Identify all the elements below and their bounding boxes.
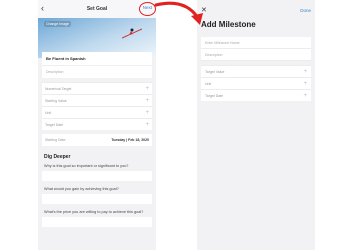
set-goal-screen: ‹ Set Goal Next Change Image Be Fluent i…	[38, 0, 156, 250]
plus-icon[interactable]: +	[145, 86, 149, 92]
field-label: Target Date	[205, 93, 224, 98]
plus-icon[interactable]: +	[303, 93, 307, 99]
starting-date-field[interactable]: Starting Date Tuesday | Feb 18, 2020	[42, 134, 152, 146]
add-milestone-screen: ✕ Done Add Milestone Enter Milestone Nam…	[197, 0, 315, 250]
field-label: Target Value	[205, 69, 225, 74]
starting-value-field[interactable]: Starting Value +	[42, 94, 152, 106]
goal-description-field[interactable]: Description	[42, 65, 152, 78]
done-button[interactable]: Done	[300, 8, 311, 13]
answer-input[interactable]	[42, 217, 152, 227]
target-date-field[interactable]: Target Date +	[201, 89, 311, 101]
field-label: Target Date	[45, 122, 64, 127]
back-button[interactable]: ‹	[41, 3, 44, 13]
goal-name-field[interactable]: Be Fluent in Spanish	[42, 52, 152, 65]
answer-input[interactable]	[42, 194, 152, 204]
page-title: Set Goal	[86, 6, 108, 12]
milestone-description-input[interactable]: Description	[201, 49, 311, 61]
answer-input[interactable]	[42, 171, 152, 181]
field-label: Unit	[205, 81, 212, 86]
question-label: Why is this goal so important or signifi…	[44, 164, 129, 168]
plus-icon[interactable]: +	[303, 81, 307, 87]
dig-deeper-heading: Dig Deeper	[44, 154, 71, 160]
target-date-field[interactable]: Target Date +	[42, 118, 152, 130]
skier-illustration	[122, 28, 142, 39]
question-label: What's the price you are willing to pay …	[44, 210, 144, 214]
numerical-target-field[interactable]: Numerical Target +	[42, 82, 152, 94]
change-image-button[interactable]: Change Image	[44, 21, 71, 27]
annotation-arrow-icon	[154, 1, 203, 25]
milestone-name-input[interactable]: Enter Milestone Name	[201, 37, 311, 49]
field-label: Numerical Target	[45, 86, 72, 91]
plus-icon[interactable]: +	[145, 98, 149, 104]
milestone-name-card: Enter Milestone Name Description	[201, 37, 311, 61]
field-label: Starting Value	[45, 98, 67, 103]
question-label: What would you gain by achieving this go…	[44, 187, 119, 191]
field-label: Unit	[45, 110, 52, 115]
plus-icon[interactable]: +	[303, 69, 307, 75]
unit-field[interactable]: Unit +	[42, 106, 152, 118]
page-title: Add Milestone	[201, 20, 256, 29]
target-value-field[interactable]: Target Value +	[201, 65, 311, 77]
add-milestone-nav-bar: ✕ Done	[197, 0, 315, 20]
starting-date-value[interactable]: Tuesday | Feb 18, 2020	[111, 138, 149, 142]
field-label: Starting Date	[45, 138, 66, 142]
unit-field[interactable]: Unit +	[201, 77, 311, 89]
plus-icon[interactable]: +	[145, 122, 149, 128]
plus-icon[interactable]: +	[145, 110, 149, 116]
